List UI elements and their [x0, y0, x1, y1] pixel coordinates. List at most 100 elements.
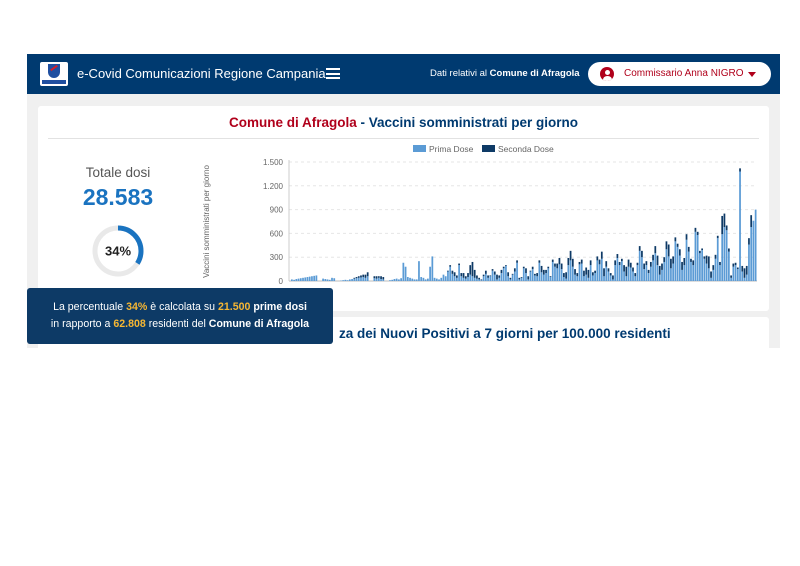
bar-first-dose[interactable]: [489, 276, 492, 281]
bar-first-dose[interactable]: [362, 277, 365, 281]
bar-second-dose[interactable]: [496, 274, 498, 280]
bar-first-dose[interactable]: [380, 279, 382, 281]
bar-second-dose[interactable]: [473, 269, 476, 278]
bar-second-dose[interactable]: [612, 275, 614, 280]
bar-first-dose[interactable]: [473, 277, 476, 281]
bar-second-dose[interactable]: [627, 259, 630, 267]
bar-first-dose[interactable]: [398, 279, 400, 281]
bar-first-dose[interactable]: [560, 269, 563, 281]
bar-second-dose[interactable]: [641, 250, 643, 258]
bar-first-dose[interactable]: [609, 275, 612, 281]
bar-second-dose[interactable]: [580, 259, 583, 264]
bar-first-dose[interactable]: [364, 277, 367, 281]
bar-second-dose[interactable]: [578, 261, 581, 265]
bar-first-dose[interactable]: [730, 277, 732, 281]
bar-second-dose[interactable]: [382, 277, 385, 280]
bar-second-dose[interactable]: [558, 257, 561, 265]
bar-first-dose[interactable]: [748, 244, 750, 281]
legend-swatch-1[interactable]: [413, 145, 426, 152]
bar-first-dose[interactable]: [638, 250, 641, 281]
bar-second-dose[interactable]: [732, 263, 735, 267]
bar-second-dose[interactable]: [692, 260, 695, 266]
bar-first-dose[interactable]: [393, 279, 396, 281]
bar-second-dose[interactable]: [460, 273, 463, 277]
bar-second-dose[interactable]: [467, 273, 469, 278]
bar-second-dose[interactable]: [551, 259, 554, 262]
bar-first-dose[interactable]: [712, 269, 715, 281]
bar-first-dose[interactable]: [627, 266, 630, 281]
bar-second-dose[interactable]: [607, 268, 610, 272]
bar-second-dose[interactable]: [585, 267, 588, 275]
bar-first-dose[interactable]: [743, 277, 746, 281]
bar-second-dose[interactable]: [547, 266, 550, 269]
bar-second-dose[interactable]: [355, 277, 358, 279]
bar-first-dose[interactable]: [418, 261, 420, 281]
bar-second-dose[interactable]: [516, 260, 518, 263]
bar-first-dose[interactable]: [674, 241, 677, 281]
bar-second-dose[interactable]: [592, 272, 594, 276]
bar-first-dose[interactable]: [462, 277, 465, 281]
bar-second-dose[interactable]: [478, 277, 481, 280]
bar-first-dose[interactable]: [574, 274, 576, 281]
bar-second-dose[interactable]: [353, 277, 356, 279]
bar-second-dose[interactable]: [643, 263, 646, 270]
bar-first-dose[interactable]: [433, 277, 436, 281]
bar-first-dose[interactable]: [333, 278, 336, 281]
bar-second-dose[interactable]: [451, 270, 454, 274]
bar-first-dose[interactable]: [377, 277, 380, 281]
bar-second-dose[interactable]: [600, 251, 603, 259]
bar-second-dose[interactable]: [489, 275, 492, 277]
bar-second-dose[interactable]: [482, 274, 485, 277]
bar-second-dose[interactable]: [594, 270, 596, 274]
bar-second-dose[interactable]: [687, 246, 690, 252]
bar-first-dose[interactable]: [614, 265, 617, 281]
bar-second-dose[interactable]: [649, 261, 652, 267]
bar-first-dose[interactable]: [652, 260, 654, 281]
bar-second-dose[interactable]: [567, 257, 570, 266]
bar-second-dose[interactable]: [654, 246, 657, 254]
bar-first-dose[interactable]: [299, 278, 302, 281]
bar-second-dose[interactable]: [670, 258, 672, 269]
bar-first-dose[interactable]: [295, 279, 298, 281]
bar-first-dose[interactable]: [480, 280, 483, 281]
bar-second-dose[interactable]: [716, 235, 719, 239]
bar-second-dose[interactable]: [734, 262, 737, 266]
bar-first-dose[interactable]: [600, 258, 603, 281]
bar-first-dose[interactable]: [596, 260, 599, 281]
bar-second-dose[interactable]: [476, 275, 478, 279]
bar-first-dose[interactable]: [723, 227, 726, 281]
bar-first-dose[interactable]: [736, 269, 739, 281]
legend-swatch-2[interactable]: [482, 145, 495, 152]
bar-first-dose[interactable]: [484, 273, 487, 281]
bar-first-dose[interactable]: [732, 266, 735, 281]
bar-first-dose[interactable]: [632, 271, 634, 281]
bar-second-dose[interactable]: [484, 270, 487, 274]
bar-second-dose[interactable]: [685, 234, 688, 240]
bar-second-dose[interactable]: [678, 249, 681, 256]
bar-first-dose[interactable]: [306, 277, 309, 281]
bar-second-dose[interactable]: [672, 256, 675, 264]
bar-second-dose[interactable]: [629, 262, 632, 268]
bar-first-dose[interactable]: [324, 279, 327, 281]
bar-first-dose[interactable]: [518, 279, 521, 281]
bar-second-dose[interactable]: [513, 268, 516, 272]
bar-first-dose[interactable]: [357, 277, 360, 281]
bar-second-dose[interactable]: [511, 273, 514, 275]
bar-second-dose[interactable]: [625, 266, 628, 277]
bar-first-dose[interactable]: [656, 265, 659, 281]
bar-second-dose[interactable]: [366, 272, 369, 277]
bar-first-dose[interactable]: [587, 277, 590, 281]
bar-first-dose[interactable]: [471, 276, 474, 281]
bar-first-dose[interactable]: [395, 278, 398, 281]
bar-first-dose[interactable]: [665, 249, 668, 281]
bar-first-dose[interactable]: [538, 262, 541, 281]
bar-second-dose[interactable]: [694, 227, 697, 232]
bar-first-dose[interactable]: [536, 276, 539, 281]
bar-first-dose[interactable]: [578, 264, 581, 281]
bar-second-dose[interactable]: [750, 215, 753, 228]
bar-first-dose[interactable]: [455, 277, 458, 281]
bar-first-dose[interactable]: [714, 258, 717, 281]
bar-first-dose[interactable]: [355, 278, 358, 281]
bar-second-dose[interactable]: [638, 246, 641, 251]
bar-first-dose[interactable]: [567, 265, 570, 281]
